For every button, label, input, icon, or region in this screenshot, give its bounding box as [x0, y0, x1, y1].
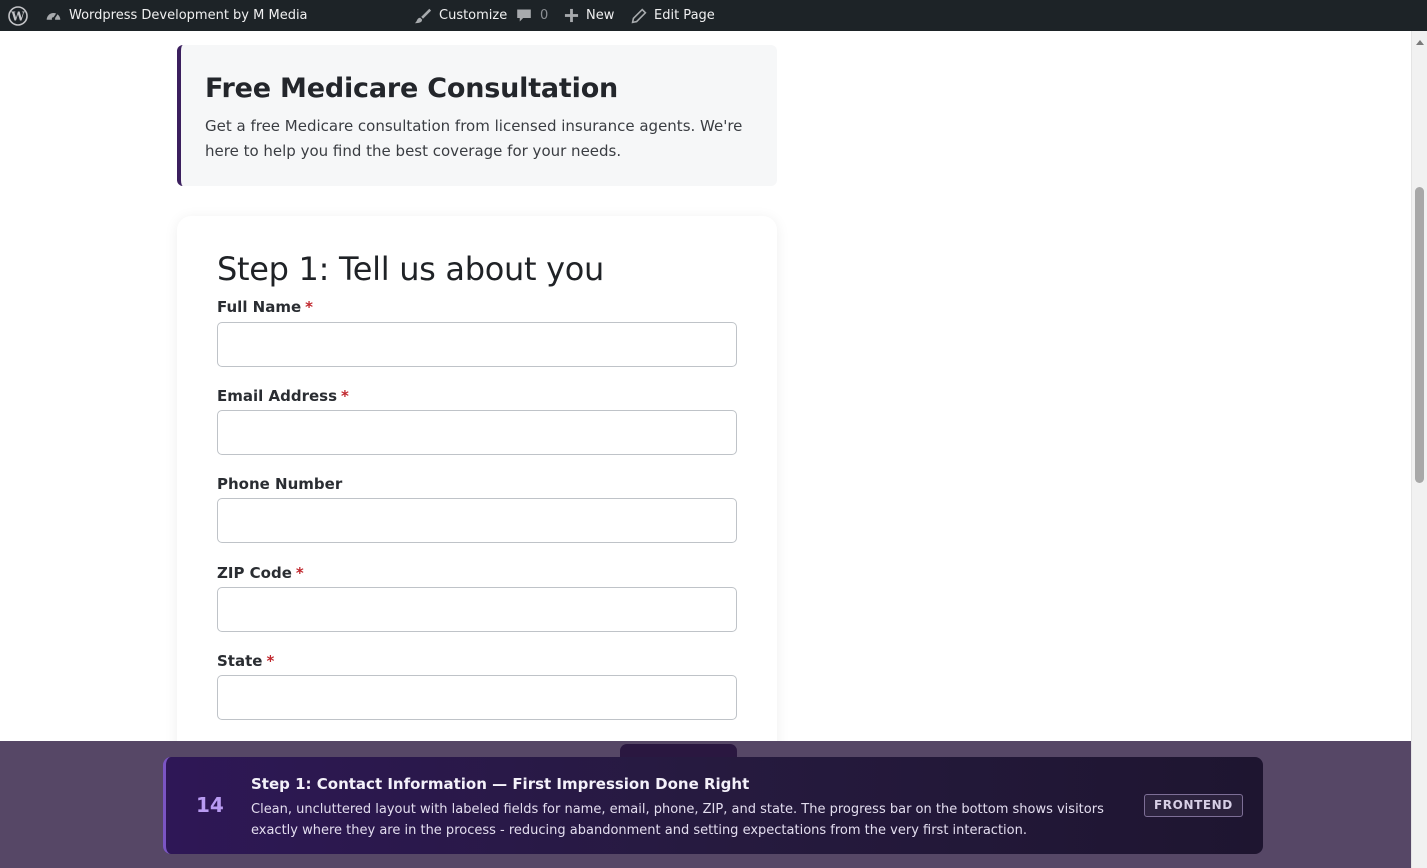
full-name-label: Full Name *: [217, 298, 313, 316]
customize-label: Customize: [439, 8, 508, 23]
annotation-banner: 14 Step 1: Contact Information — First I…: [163, 757, 1263, 854]
form-card: Step 1: Tell us about you Full Name * Ema…: [177, 216, 777, 816]
required-mark: *: [341, 387, 349, 405]
wordpress-logo-button[interactable]: W: [8, 0, 28, 31]
svg-text:W: W: [10, 9, 25, 23]
email-label-text: Email Address: [217, 387, 338, 405]
zip-label: ZIP Code *: [217, 564, 304, 582]
zip-input[interactable]: [217, 587, 737, 632]
edit-page-label: Edit Page: [654, 8, 715, 23]
state-input[interactable]: [217, 675, 737, 720]
intro-description: Get a free Medicare consultation from li…: [205, 117, 743, 160]
banner-body: Clean, uncluttered layout with labeled f…: [251, 802, 1104, 838]
state-label: State *: [217, 652, 274, 670]
scroll-up-arrow-icon[interactable]: [1416, 40, 1424, 45]
banner-title: Step 1: Contact Information — First Impr…: [251, 775, 750, 793]
banner-number: 14: [196, 793, 224, 817]
required-mark: *: [295, 564, 304, 582]
state-label-text: State: [217, 652, 263, 670]
phone-label: Phone Number: [217, 475, 342, 493]
comments-count: 0: [540, 8, 549, 23]
zip-label-text: ZIP Code: [217, 564, 292, 582]
email-label: Email Address *: [217, 387, 349, 405]
brush-icon: [414, 7, 432, 25]
customize-link[interactable]: Customize: [414, 0, 507, 31]
dashboard-icon: [45, 7, 62, 24]
site-name-label: Wordpress Development by M Media: [69, 8, 308, 23]
site-name-link[interactable]: Wordpress Development by M Media: [45, 0, 308, 31]
full-name-input[interactable]: [217, 322, 737, 367]
required-mark: *: [305, 298, 314, 316]
plus-icon: [564, 8, 579, 23]
step-title: Step 1: Tell us about you: [217, 250, 605, 288]
email-input[interactable]: [217, 410, 737, 455]
full-name-label-text: Full Name: [217, 298, 302, 316]
comments-link[interactable]: 0: [515, 0, 548, 31]
new-content-link[interactable]: New: [564, 0, 614, 31]
new-label: New: [586, 8, 615, 23]
frontend-badge: FRONTEND: [1144, 794, 1243, 817]
edit-page-link[interactable]: Edit Page: [631, 0, 715, 31]
comment-icon: [515, 7, 533, 24]
admin-bar: W Wordpress Development by M Media Custo…: [0, 0, 1427, 31]
intro-title: Free Medicare Consultation: [205, 73, 619, 104]
pencil-icon: [631, 7, 647, 24]
required-mark: *: [266, 652, 275, 670]
phone-label-text: Phone Number: [217, 475, 343, 493]
overlay-tab: [620, 744, 737, 758]
page-scrollbar[interactable]: [1411, 31, 1427, 868]
wordpress-icon: W: [8, 5, 28, 26]
scrollbar-thumb[interactable]: [1415, 187, 1424, 483]
phone-input[interactable]: [217, 498, 737, 543]
intro-callout: Free Medicare Consultation Get a free Me…: [177, 45, 777, 186]
